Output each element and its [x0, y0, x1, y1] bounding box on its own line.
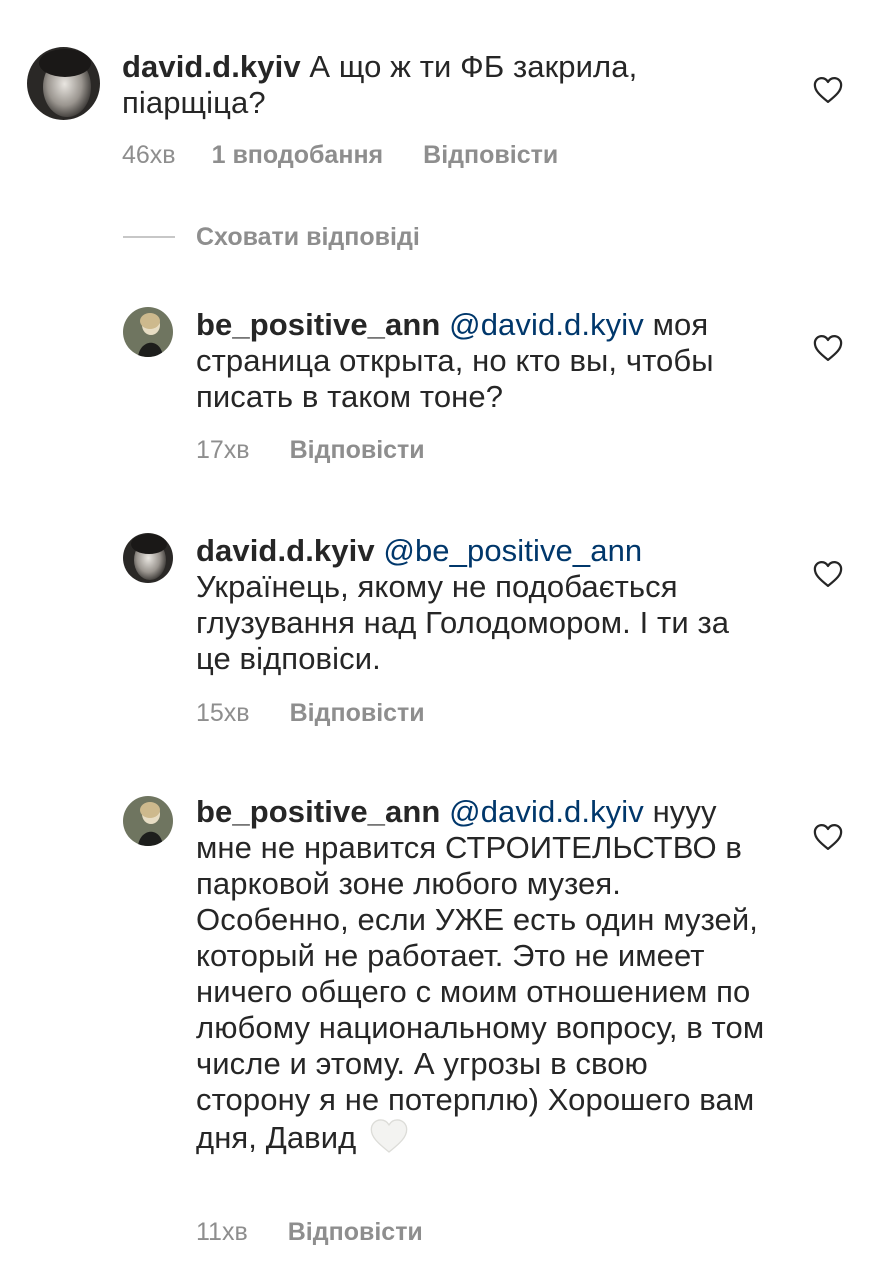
comment-time: 11хв: [196, 1218, 248, 1246]
hide-replies-label[interactable]: Сховати відповіді: [196, 222, 420, 252]
hide-replies-button[interactable]: Сховати відповіді: [123, 222, 420, 252]
comment-time: 17хв: [196, 436, 250, 464]
comment-meta: 17хв Відповісти: [196, 435, 425, 465]
like-heart-icon[interactable]: [813, 76, 843, 104]
comment-likes-count[interactable]: 1 вподобання: [212, 140, 384, 170]
comment-body: david.d.kyiv А що ж ти ФБ закрила, піарщ…: [122, 49, 762, 121]
user-avatar-icon: [123, 796, 173, 846]
comment-mention[interactable]: @david.d.kyiv: [449, 307, 644, 342]
comment-time: 15хв: [196, 699, 250, 727]
white-heart-emoji-icon: [369, 1118, 409, 1154]
reply-button[interactable]: Відповісти: [288, 1217, 423, 1247]
like-heart-icon[interactable]: [813, 334, 843, 362]
comment-meta: 11хв Відповісти: [196, 1217, 423, 1247]
user-avatar-icon: [123, 307, 173, 357]
user-avatar-icon: [27, 47, 100, 120]
avatar-be-positive-ann[interactable]: [123, 796, 173, 846]
like-heart-icon[interactable]: [813, 823, 843, 851]
comment-username[interactable]: david.d.kyiv: [122, 49, 301, 84]
comment-mention[interactable]: @be_positive_ann: [383, 533, 642, 568]
comment-body: be_positive_ann @david.d.kyiv нууу мне н…: [196, 794, 766, 1156]
hide-replies-divider: [123, 236, 175, 238]
like-heart-icon[interactable]: [813, 560, 843, 588]
comment-username[interactable]: david.d.kyiv: [196, 533, 375, 568]
avatar-david-d-kyiv[interactable]: [27, 47, 100, 120]
comment-body: be_positive_ann @david.d.kyiv моя страни…: [196, 307, 766, 415]
reply-button[interactable]: Відповісти: [290, 435, 425, 465]
reply-button[interactable]: Відповісти: [423, 140, 558, 170]
comment-time: 46хв: [122, 141, 176, 169]
comment-username[interactable]: be_positive_ann: [196, 307, 440, 342]
avatar-be-positive-ann[interactable]: [123, 307, 173, 357]
comment-username[interactable]: be_positive_ann: [196, 794, 440, 829]
comment-mention[interactable]: @david.d.kyiv: [449, 794, 644, 829]
comment-meta: 46хв 1 вподобання Відповісти: [122, 140, 558, 170]
reply-button[interactable]: Відповісти: [290, 698, 425, 728]
user-avatar-icon: [123, 533, 173, 583]
comment-meta: 15хв Відповісти: [196, 698, 425, 728]
avatar-david-d-kyiv[interactable]: [123, 533, 173, 583]
comment-body: david.d.kyiv @be_positive_ann Українець, …: [196, 533, 766, 677]
comment-text: нууу мне не нравится СТРОИТЕЛЬСТВО в пар…: [196, 794, 765, 1155]
comment-text: Українець, якому не подобається глузуван…: [196, 569, 730, 676]
